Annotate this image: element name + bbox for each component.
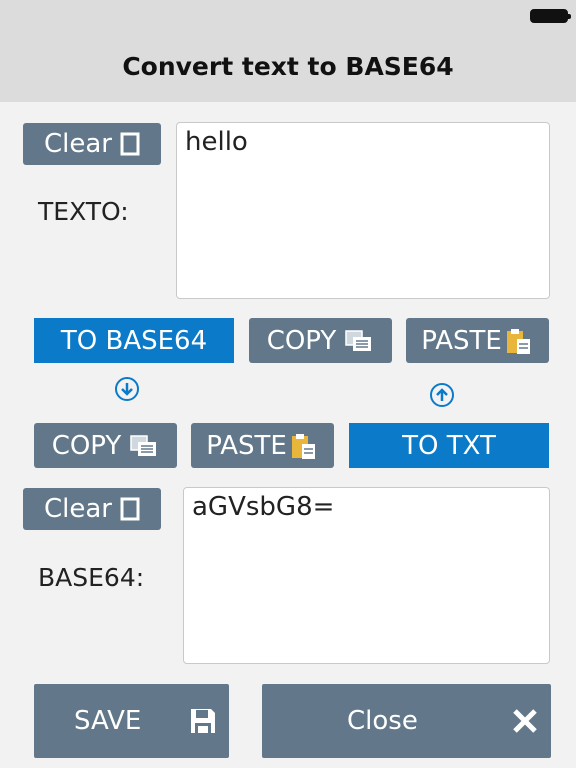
- square-icon: [120, 132, 140, 156]
- clear-text-button[interactable]: Clear: [23, 123, 161, 165]
- to-base64-label: TO BASE64: [60, 325, 208, 356]
- save-button[interactable]: SAVE: [34, 684, 229, 758]
- paste-text-label: PASTE: [421, 325, 502, 356]
- copy-base64-label: COPY: [51, 430, 122, 461]
- texto-label: TEXTO:: [38, 197, 129, 226]
- clear-text-label: Clear: [44, 129, 112, 159]
- clear-base64-button[interactable]: Clear: [23, 488, 161, 530]
- arrow-down-circle-icon: [114, 376, 140, 402]
- close-icon: [511, 684, 539, 758]
- save-label: SAVE: [74, 706, 142, 736]
- copy-icon: [129, 434, 159, 458]
- base64-input[interactable]: aGVsbG8=: [183, 487, 550, 664]
- copy-icon: [344, 329, 374, 353]
- paste-text-button[interactable]: PASTE: [406, 318, 549, 363]
- floppy-disk-icon: [189, 684, 217, 758]
- copy-text-button[interactable]: COPY: [249, 318, 392, 363]
- to-base64-button[interactable]: TO BASE64: [34, 318, 234, 363]
- to-txt-button[interactable]: TO TXT: [349, 423, 549, 468]
- close-button[interactable]: Close: [262, 684, 551, 758]
- base64-label: BASE64:: [38, 563, 145, 592]
- clear-base64-label: Clear: [44, 494, 112, 524]
- arrow-up-circle-icon: [429, 382, 455, 408]
- header-bar: Convert text to BASE64: [0, 0, 576, 102]
- page-title: Convert text to BASE64: [122, 52, 454, 81]
- copy-text-label: COPY: [266, 325, 337, 356]
- copy-base64-button[interactable]: COPY: [34, 423, 177, 468]
- battery-icon: [530, 9, 571, 23]
- clipboard-icon: [504, 327, 534, 355]
- to-txt-label: TO TXT: [402, 430, 496, 461]
- text-input[interactable]: hello: [176, 122, 550, 299]
- paste-base64-label: PASTE: [206, 430, 287, 461]
- close-label: Close: [347, 706, 418, 736]
- square-icon: [120, 497, 140, 521]
- paste-base64-button[interactable]: PASTE: [191, 423, 334, 468]
- clipboard-icon: [289, 432, 319, 460]
